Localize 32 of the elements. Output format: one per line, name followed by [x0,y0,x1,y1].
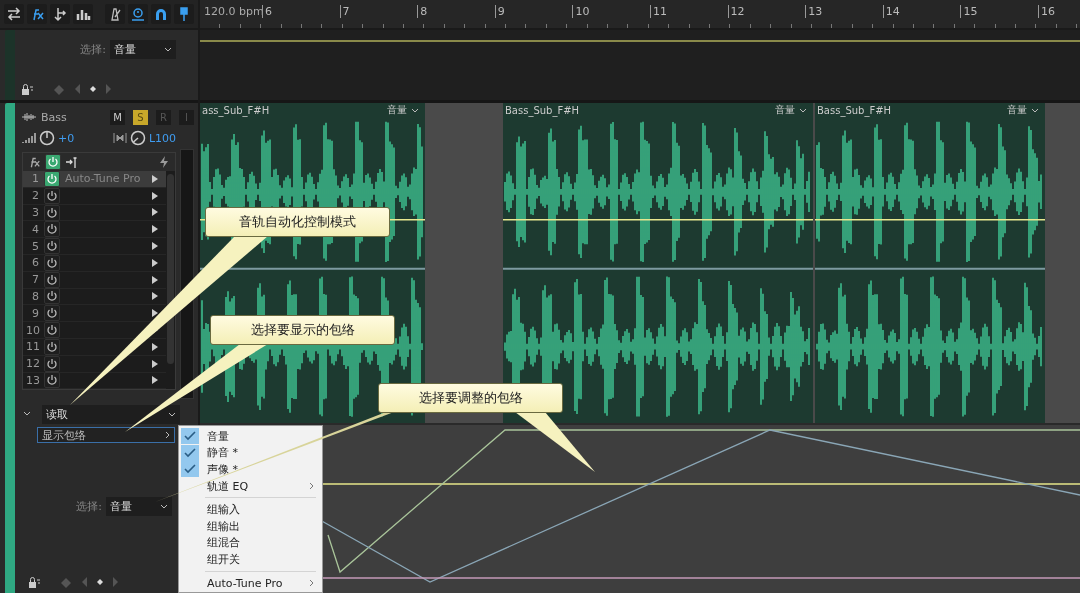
ruler-mark: 10 [572,5,590,18]
slot-number: 11 [26,340,39,354]
slot-number: 2 [31,189,39,203]
ruler-mark: 6 [262,5,272,18]
callout-box: 音轨自动化控制模式 [205,207,390,237]
ruler-mark: 11 [650,5,667,18]
slot-number: 3 [31,206,39,219]
callout-box: 选择要显示的包络 [210,315,395,345]
ruler-mark: 16 [1038,5,1055,18]
ruler-mark: 14 [882,5,900,18]
callout-box: 选择要调整的包络 [378,383,563,413]
ruler-mark: 8 [417,5,428,18]
select-label: 选择: [76,499,102,514]
clip-name: Bass_Sub_F#H [817,104,892,116]
ruler-mark: 9 [494,5,505,18]
ruler-mark: 12 [727,5,745,18]
slot-number: 13 [26,373,39,387]
slot-number: 4 [31,222,39,236]
select-label: 选择: [80,42,106,57]
slot-number: 6 [31,256,39,270]
clip-name: ass_Sub_F#H [202,104,270,116]
slot-number: 9 [31,306,39,320]
clip-name: Bass_Sub_F#H [505,104,580,116]
ruler-mark: 7 [339,5,350,18]
slot-number: 12 [26,357,39,371]
slot-number: 8 [31,289,39,303]
ruler-mark: 15 [960,5,978,18]
slot-number: 5 [31,239,39,253]
slot-number: 10 [26,323,39,337]
slot-number: 7 [31,273,39,287]
slot-number: 1 [31,172,39,186]
ruler-mark: 13 [805,5,823,18]
